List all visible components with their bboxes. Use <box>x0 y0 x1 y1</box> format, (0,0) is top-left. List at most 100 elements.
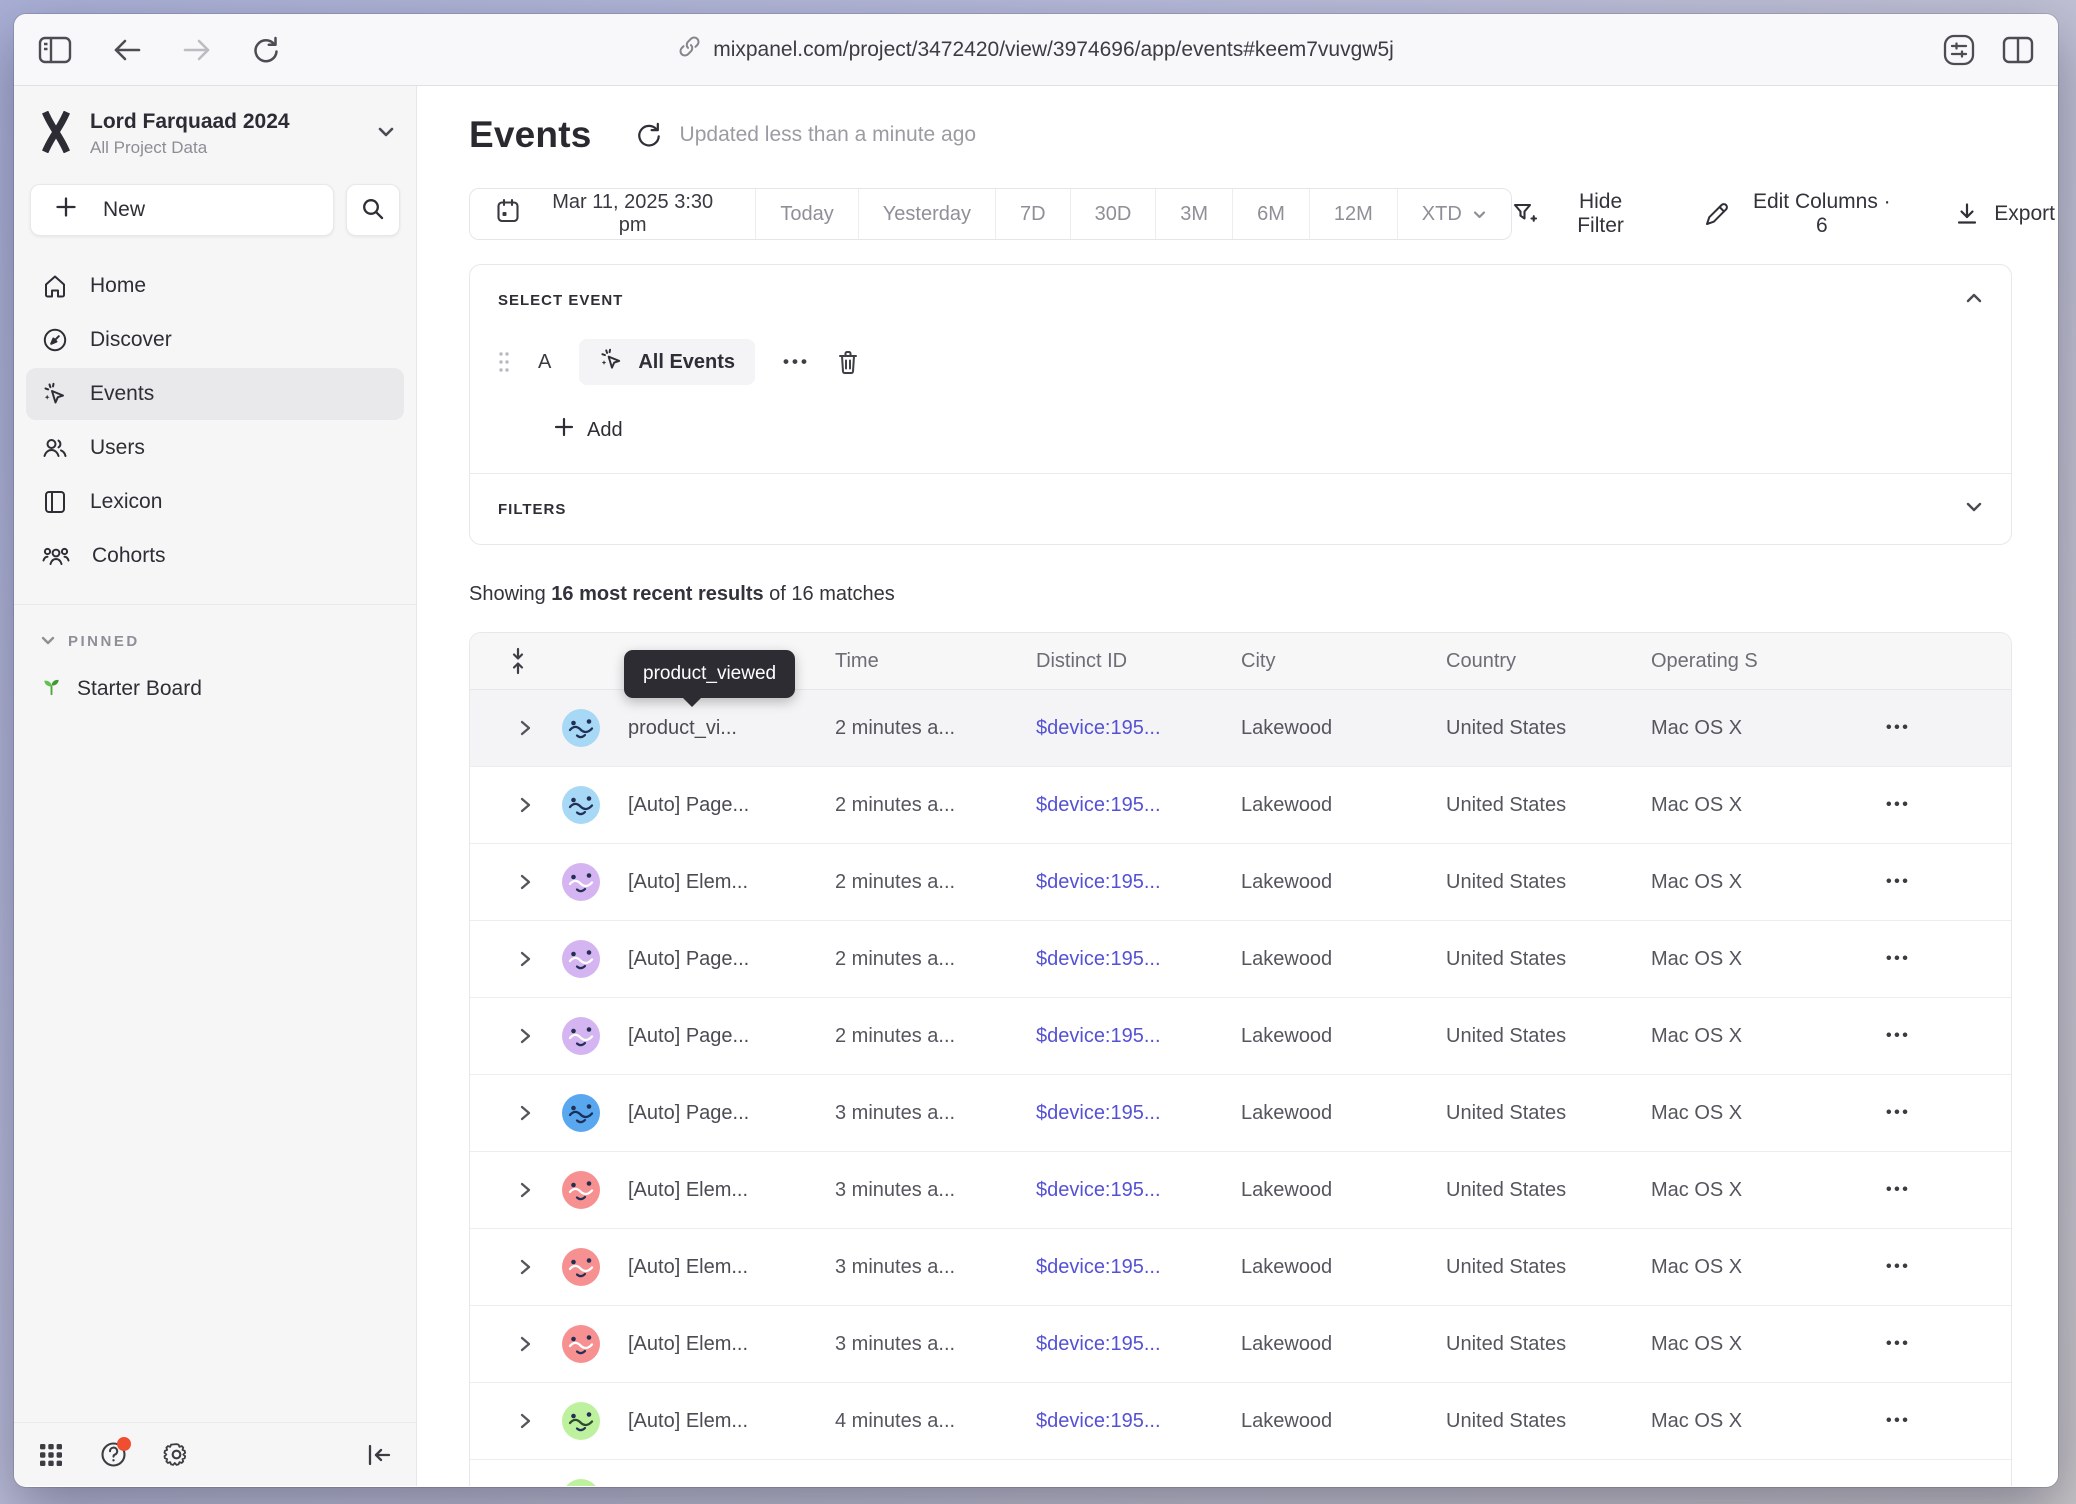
row-menu-button[interactable]: ••• <box>1856 1335 2011 1353</box>
range-today[interactable]: Today <box>755 189 857 239</box>
refresh-icon[interactable] <box>636 121 662 149</box>
row-menu-button[interactable]: ••• <box>1856 873 2011 891</box>
sidebar-item-cohorts[interactable]: Cohorts <box>26 530 404 582</box>
os-cell: Mac OS X <box>1651 1102 1856 1125</box>
range-3m[interactable]: 3M <box>1155 189 1232 239</box>
expand-row-chevron-icon[interactable] <box>470 1026 534 1046</box>
column-header-city[interactable]: City <box>1241 650 1446 673</box>
table-row[interactable]: [Auto] Elem... 3 minutes a... $device:19… <box>470 1152 2011 1229</box>
collapse-rows-icon[interactable] <box>470 647 534 675</box>
sidebar-item-users[interactable]: Users <box>26 422 404 474</box>
browser-reload-icon[interactable] <box>252 35 280 65</box>
row-menu-button[interactable]: ••• <box>1856 950 2011 968</box>
new-button[interactable]: New <box>30 184 334 236</box>
drag-handle-icon[interactable] <box>498 351 510 373</box>
search-icon <box>361 197 385 224</box>
table-row[interactable]: [Auto] Elem... 4 minutes a... $device:19… <box>470 1383 2011 1460</box>
chevron-up-icon[interactable] <box>1965 291 1983 309</box>
time-cell: 3 minutes a... <box>835 1102 1036 1125</box>
collapse-sidebar-icon[interactable] <box>366 1443 392 1467</box>
sidebar-item-discover[interactable]: Discover <box>26 314 404 366</box>
apps-grid-icon[interactable] <box>38 1442 64 1468</box>
browser-split-view-icon[interactable] <box>2002 35 2034 65</box>
expand-row-chevron-icon[interactable] <box>470 1103 534 1123</box>
range-6m[interactable]: 6M <box>1232 189 1309 239</box>
expand-row-chevron-icon[interactable] <box>470 1411 534 1431</box>
expand-row-chevron-icon[interactable] <box>470 718 534 738</box>
trash-icon[interactable] <box>836 349 860 375</box>
expand-row-chevron-icon[interactable] <box>470 1334 534 1354</box>
event-name-cell: [Auto] Elem... <box>628 1333 835 1356</box>
expand-row-chevron-icon[interactable] <box>470 949 534 969</box>
home-icon <box>42 273 68 299</box>
distinct-id-link[interactable]: $device:195... <box>1036 1102 1241 1125</box>
range-12m[interactable]: 12M <box>1309 189 1397 239</box>
sidebar-item-home[interactable]: Home <box>26 260 404 312</box>
city-cell: Lakewood <box>1241 871 1446 894</box>
date-picker-button[interactable]: Mar 11, 2025 3:30 pm <box>470 189 755 239</box>
distinct-id-link[interactable]: $device:195... <box>1036 1410 1241 1433</box>
workspace-subtitle: All Project Data <box>90 138 290 158</box>
expand-row-chevron-icon[interactable] <box>470 1180 534 1200</box>
filters-section[interactable]: FILTERS <box>470 473 2011 544</box>
column-header-time[interactable]: Time <box>835 650 1036 673</box>
event-avatar <box>562 1325 600 1363</box>
distinct-id-link[interactable]: $device:195... <box>1036 871 1241 894</box>
table-row[interactable]: [Auto] Page... 2 minutes a... $device:19… <box>470 767 2011 844</box>
expand-row-chevron-icon[interactable] <box>470 795 534 815</box>
distinct-id-link[interactable]: $device:195... <box>1036 948 1241 971</box>
workspace-switcher[interactable]: Lord Farquaad 2024 All Project Data <box>14 86 416 164</box>
browser-forward-icon[interactable] <box>182 37 212 63</box>
os-cell: Mac OS X <box>1651 1333 1856 1356</box>
browser-customize-icon[interactable] <box>1942 34 1976 66</box>
browser-back-icon[interactable] <box>112 37 142 63</box>
range-xtd[interactable]: XTD <box>1397 189 1511 239</box>
range-yesterday[interactable]: Yesterday <box>858 189 995 239</box>
table-row[interactable]: ••• <box>470 1460 2011 1486</box>
address-bar[interactable]: mixpanel.com/project/3472420/view/397469… <box>678 35 1394 64</box>
row-menu-button[interactable]: ••• <box>1856 1412 2011 1430</box>
export-button[interactable]: Export <box>1955 202 2055 227</box>
sidebar: Lord Farquaad 2024 All Project Data New <box>14 86 417 1486</box>
search-button[interactable] <box>346 184 400 236</box>
pinned-label: PINNED <box>68 633 140 650</box>
table-row[interactable]: [Auto] Page... 2 minutes a... $device:19… <box>470 921 2011 998</box>
row-menu-button[interactable]: ••• <box>1856 1258 2011 1276</box>
pinned-section-toggle[interactable]: PINNED <box>40 633 416 650</box>
sidebar-item-starter-board[interactable]: Starter Board <box>40 674 416 703</box>
row-menu-button[interactable]: ••• <box>1856 796 2011 814</box>
distinct-id-link[interactable]: $device:195... <box>1036 794 1241 817</box>
range-7d[interactable]: 7D <box>995 189 1070 239</box>
expand-row-chevron-icon[interactable] <box>470 1257 534 1277</box>
browser-sidebar-toggle-icon[interactable] <box>38 35 72 65</box>
event-more-button[interactable]: ••• <box>783 352 810 372</box>
hide-filter-button[interactable]: Hide Filter <box>1512 190 1649 238</box>
distinct-id-link[interactable]: $device:195... <box>1036 1256 1241 1279</box>
column-header-distinct-id[interactable]: Distinct ID <box>1036 650 1241 673</box>
expand-row-chevron-icon[interactable] <box>470 872 534 892</box>
column-header-os[interactable]: Operating S <box>1651 650 1856 673</box>
table-row[interactable]: [Auto] Elem... 2 minutes a... $device:19… <box>470 844 2011 921</box>
table-row[interactable]: [Auto] Page... 3 minutes a... $device:19… <box>470 1075 2011 1152</box>
event-avatar <box>562 1017 600 1055</box>
range-30d[interactable]: 30D <box>1070 189 1156 239</box>
add-event-button[interactable]: Add <box>554 417 623 443</box>
row-menu-button[interactable]: ••• <box>1856 1181 2011 1199</box>
table-row[interactable]: [Auto] Page... 2 minutes a... $device:19… <box>470 998 2011 1075</box>
settings-gear-icon[interactable] <box>163 1441 190 1468</box>
row-menu-button[interactable]: ••• <box>1856 1027 2011 1045</box>
distinct-id-link[interactable]: $device:195... <box>1036 1179 1241 1202</box>
column-header-country[interactable]: Country <box>1446 650 1651 673</box>
sidebar-item-lexicon[interactable]: Lexicon <box>26 476 404 528</box>
table-row[interactable]: [Auto] Elem... 3 minutes a... $device:19… <box>470 1229 2011 1306</box>
row-menu-button[interactable]: ••• <box>1856 719 2011 737</box>
event-selector-pill[interactable]: All Events <box>579 339 755 385</box>
date-range-control: Mar 11, 2025 3:30 pm Today Yesterday 7D … <box>469 188 1512 240</box>
table-row[interactable]: [Auto] Elem... 3 minutes a... $device:19… <box>470 1306 2011 1383</box>
sidebar-item-events[interactable]: Events <box>26 368 404 420</box>
row-menu-button[interactable]: ••• <box>1856 1104 2011 1122</box>
distinct-id-link[interactable]: $device:195... <box>1036 1025 1241 1048</box>
distinct-id-link[interactable]: $device:195... <box>1036 1333 1241 1356</box>
edit-columns-button[interactable]: Edit Columns · 6 <box>1704 190 1899 238</box>
distinct-id-link[interactable]: $device:195... <box>1036 717 1241 740</box>
